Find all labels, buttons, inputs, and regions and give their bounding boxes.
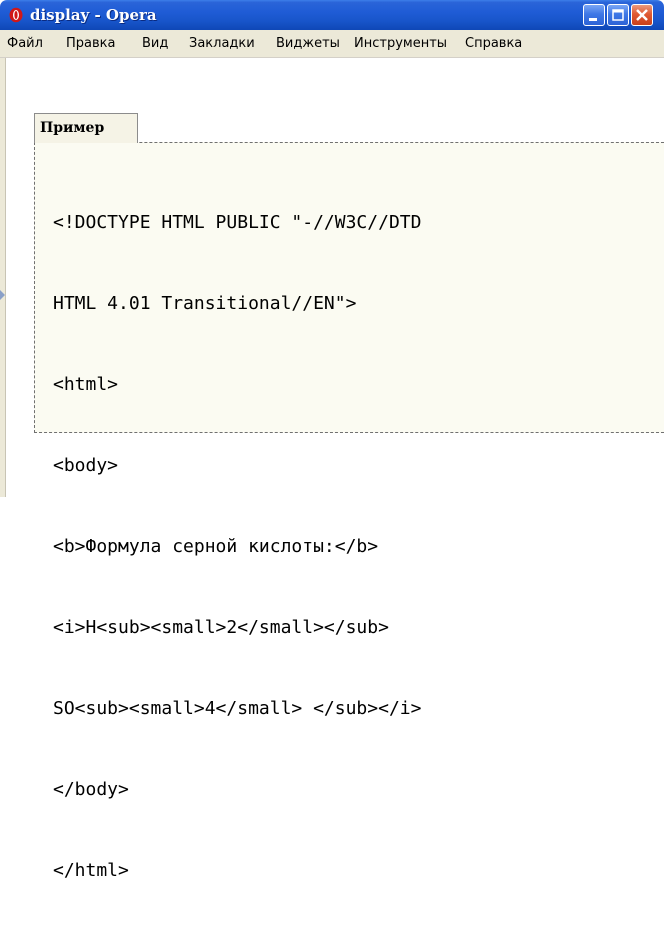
menu-item-help[interactable]: Справка — [465, 36, 522, 52]
menu-item-tools[interactable]: Инструменты — [354, 36, 447, 52]
example-tab-label: Пример — [40, 120, 105, 136]
menu-item-view[interactable]: Вид — [142, 36, 168, 52]
code-line: </html> — [53, 860, 129, 881]
title-bar[interactable]: display - Opera — [0, 0, 664, 30]
code-line: <!DOCTYPE HTML PUBLIC "-//W3C//DTD — [53, 212, 422, 233]
close-button[interactable] — [631, 4, 653, 26]
example-tab: Пример — [34, 113, 138, 143]
menu-item-edit[interactable]: Правка — [66, 36, 115, 52]
code-block: <!DOCTYPE HTML PUBLIC "-//W3C//DTD HTML … — [53, 155, 421, 938]
code-line: <html> — [53, 374, 119, 395]
panel-toggle-strip[interactable] — [0, 58, 6, 497]
expand-arrow-icon — [0, 290, 5, 300]
menu-item-bookmarks[interactable]: Закладки — [189, 36, 255, 52]
maximize-button[interactable] — [607, 4, 629, 26]
code-line: <b>Формула серной кислоты:</b> — [53, 536, 379, 557]
code-example-box: <!DOCTYPE HTML PUBLIC "-//W3C//DTD HTML … — [34, 142, 664, 881]
minimize-button[interactable] — [583, 4, 605, 26]
code-line: SO<sub><small>4</small> </sub></i> — [53, 698, 422, 719]
menu-bar: Файл Правка Вид Закладки Виджеты Инструм… — [0, 30, 664, 58]
opera-icon — [8, 7, 24, 23]
code-line: HTML 4.01 Transitional//EN"> — [53, 293, 357, 314]
menu-item-widgets[interactable]: Виджеты — [276, 36, 340, 52]
code-line: <body> — [53, 455, 119, 476]
close-icon — [636, 9, 648, 21]
code-line: </body> — [53, 779, 129, 800]
code-line: <i>H<sub><small>2</small></sub> — [53, 617, 389, 638]
window-title: display - Opera — [30, 6, 157, 24]
menu-item-file[interactable]: Файл — [7, 36, 43, 52]
minimize-icon — [589, 18, 597, 21]
maximize-icon — [612, 9, 624, 21]
